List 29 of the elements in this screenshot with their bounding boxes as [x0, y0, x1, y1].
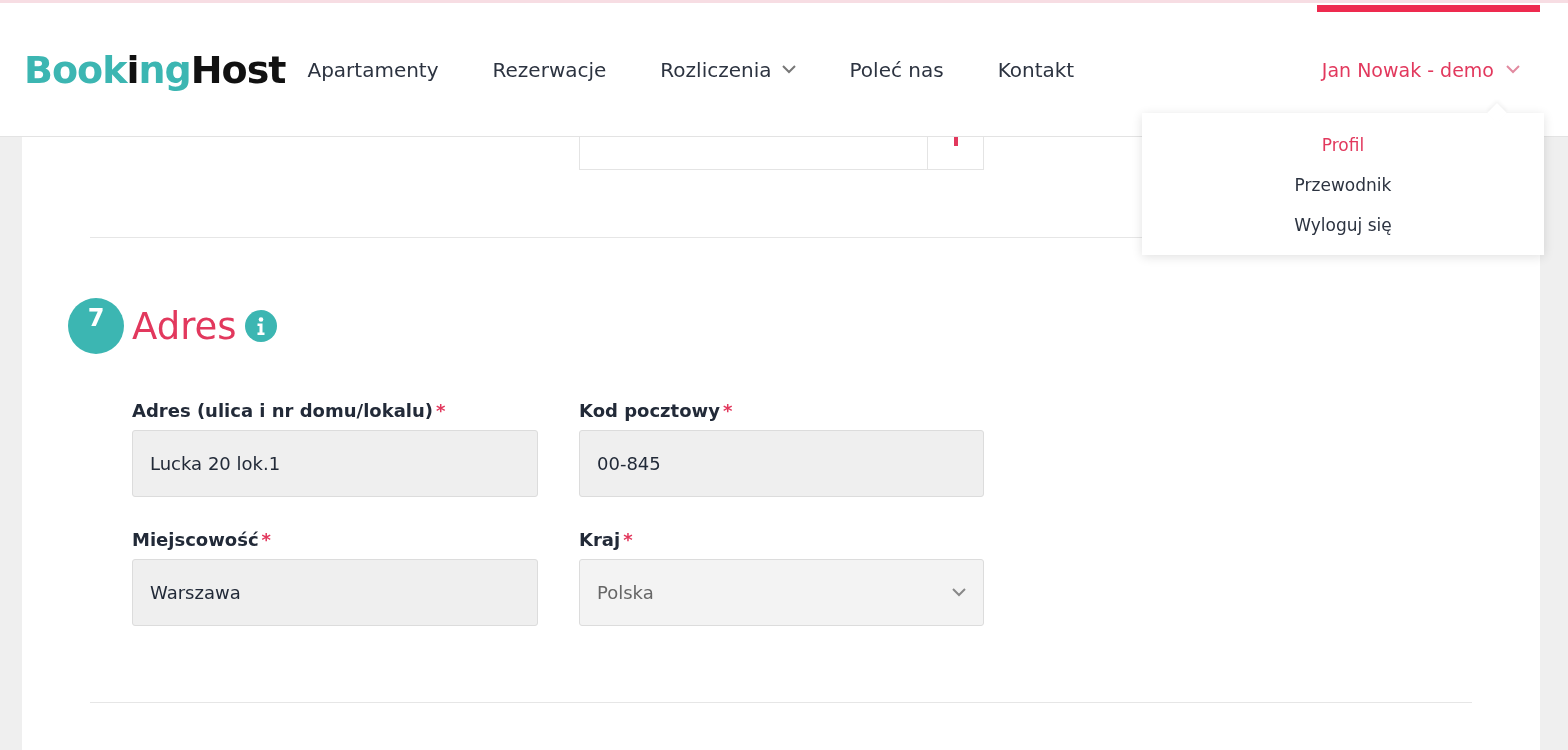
section-title: Adres — [132, 304, 237, 348]
menu-item[interactable]: Profil — [1321, 124, 1365, 165]
field-label: Adres (ulica i nr domu/lokalu) — [132, 400, 433, 421]
nav-link[interactable]: Rezerwacje — [492, 57, 607, 82]
menu-item[interactable]: Przewodnik — [1294, 164, 1392, 205]
field-label: Kraj — [579, 529, 621, 550]
field-label: Kod pocztowy — [579, 400, 720, 421]
info-icon[interactable] — [244, 310, 277, 342]
text-field[interactable]: 00-845 — [579, 430, 984, 497]
nav-link[interactable]: Apartamenty — [307, 57, 439, 82]
step-number: 7 — [68, 298, 124, 354]
required-mark: * — [436, 400, 446, 421]
required-mark: * — [623, 529, 633, 550]
user-menu[interactable]: Jan Nowak - demo — [1321, 58, 1520, 81]
chevron-down-icon — [1506, 65, 1520, 74]
country-select[interactable]: Polska — [579, 559, 984, 626]
add-button[interactable] — [927, 137, 984, 170]
logo[interactable]: BookingHost — [24, 47, 286, 92]
email-field[interactable] — [579, 137, 927, 170]
required-mark: * — [722, 400, 733, 421]
menu-item[interactable]: Wyloguj się — [1294, 204, 1392, 245]
required-mark: * — [261, 529, 271, 550]
chevron-down-icon — [952, 588, 966, 597]
text-field[interactable]: Warszawa — [132, 559, 538, 626]
nav-link[interactable]: Kontakt — [997, 57, 1075, 82]
nav-link[interactable]: Rozliczenia — [660, 57, 796, 82]
nav-link[interactable]: Poleć nas — [849, 57, 944, 82]
field-label: Miejscowość — [132, 529, 259, 550]
text-field[interactable]: Lucka 20 lok.1 — [132, 430, 538, 497]
